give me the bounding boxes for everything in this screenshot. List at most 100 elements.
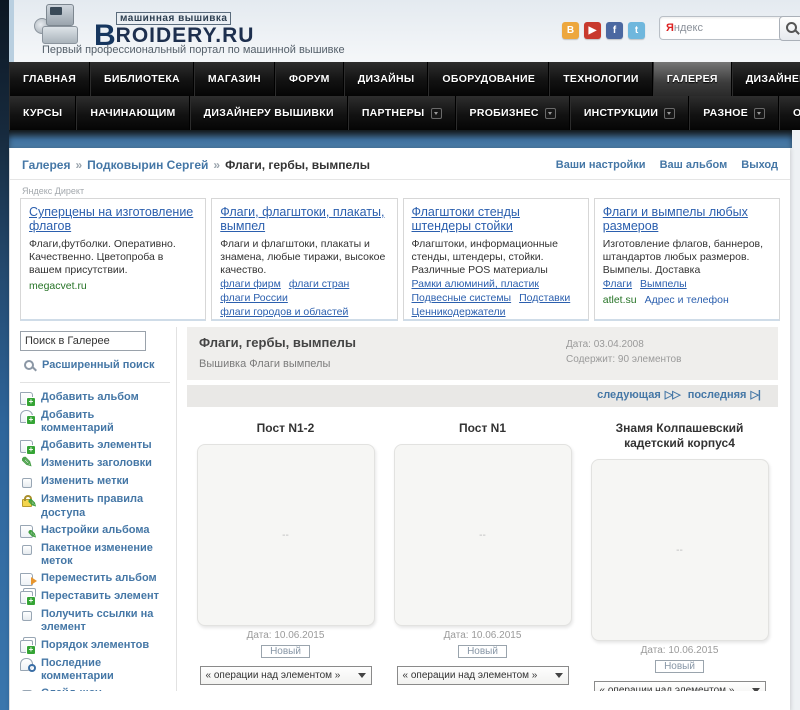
your-album-link[interactable]: Ваш альбом [660, 159, 728, 171]
nav-item-gallery-active[interactable]: ГАЛЕРЕЯ [652, 62, 732, 96]
sidebar-action-item-order[interactable]: Порядок элементов [20, 639, 170, 655]
nav-item-library[interactable]: БИБЛИОТЕКА [90, 62, 194, 96]
sidebar-action-slideshow[interactable]: Слайд-шоу [20, 687, 170, 691]
sidebar-action-album-settings[interactable]: Настройки альбома [20, 524, 170, 542]
ad-title-link[interactable]: Суперцены на изготовление флагов [29, 205, 197, 234]
content-panel: Галерея» Подковырин Сергей» Флаги, гербы, … [10, 148, 790, 710]
ad-title-link[interactable]: Флаги и вымпелы любых размеров [603, 205, 771, 234]
nav-item-shop[interactable]: МАГАЗИН [193, 62, 275, 96]
ad-contact-link[interactable]: Адрес и телефон [645, 294, 729, 306]
next-page-icon[interactable]: ▷▷ [665, 389, 681, 401]
logout-link[interactable]: Выход [741, 159, 778, 171]
item-operations-select[interactable]: « операции над элементом » [396, 666, 569, 685]
blogger-icon[interactable]: B [562, 22, 579, 39]
edit-access-icon [20, 493, 37, 511]
sidebar-action-edit-tags[interactable]: Изменить метки [20, 475, 170, 489]
ad-domain[interactable]: atlet.su [603, 294, 637, 306]
breadcrumb-gallery-link[interactable]: Галерея [22, 158, 70, 172]
ad-title-link[interactable]: Флаги, флагштоки, плакаты, вымпел [220, 205, 388, 234]
breadcrumb-bar: Галерея» Подковырин Сергей» Флаги, гербы, … [10, 150, 790, 180]
your-settings-link[interactable]: Ваши настройки [556, 159, 646, 171]
sidebar-action-add-comment[interactable]: Добавить комментарий [20, 409, 170, 435]
item-thumbnail[interactable] [196, 444, 375, 626]
ad-title-link[interactable]: Флагштоки стенды штендеры стойки [412, 205, 580, 234]
pagination-bar: следующая ▷▷ последняя ▷| [187, 385, 778, 407]
ad-body: Флаги,футболки. Оперативно. Качественно.… [29, 237, 176, 276]
nav-item-equipment[interactable]: ОБОРУДОВАНИЕ [428, 62, 550, 96]
ad-sublink[interactable]: Подставки [519, 292, 570, 304]
logo[interactable]: машинная вышивка BROIDERY.RU [28, 2, 254, 51]
gallery-item: Пост N1-2 Дата: 10.06.2015 Новый « опера… [187, 421, 384, 691]
item-date: Дата: 10.06.2015 [443, 630, 522, 641]
sidebar-action-edit-titles[interactable]: Изменить заголовки [20, 454, 170, 471]
album-date: Дата: 03.04.2008 [566, 339, 644, 350]
item-title[interactable]: Пост N1-2 [206, 421, 366, 436]
gallery-sidebar: Расширенный поиск Добавить альбом Добави… [10, 327, 177, 691]
nav-item-embroidery-designer[interactable]: ДИЗАЙНЕРУ ВЫШИВКИ [189, 96, 348, 130]
dropdown-indicator-icon [754, 107, 766, 119]
advanced-search-link[interactable]: Расширенный поиск [22, 358, 170, 372]
youtube-icon[interactable]: ▶ [584, 22, 601, 39]
sidebar-action-get-item-links[interactable]: Получить ссылки на элемент [20, 608, 170, 634]
ad-sublink[interactable]: Рамки алюминий, пластик [412, 278, 539, 290]
ad-sublink[interactable]: Флаги [603, 278, 632, 290]
item-title[interactable]: Знамя Колпашевский кадетский корпус4 [600, 421, 760, 451]
nav-item-misc[interactable]: РАЗНОЕ [689, 96, 780, 130]
nav-item-instructions[interactable]: ИНСТРУКЦИИ [569, 96, 690, 130]
album-header: Флаги, гербы, вымпелы Вышивка Флаги вымп… [187, 327, 778, 380]
breadcrumb-author-link[interactable]: Подковырин Сергей [87, 158, 208, 172]
twitter-icon[interactable]: t [628, 22, 645, 39]
album-count: Содержит: 90 элементов [566, 354, 682, 365]
item-date: Дата: 10.06.2015 [640, 645, 719, 656]
item-operations-select[interactable]: « операции над элементом » [593, 681, 766, 691]
nav-item-home[interactable]: ГЛАВНАЯ [9, 62, 91, 96]
sewing-machine-logo-icon [28, 2, 90, 48]
ad-block-3: Флагштоки стенды штендеры стойки Флагшто… [402, 198, 589, 321]
ad-sublink[interactable]: флаги фирм [220, 278, 281, 290]
sidebar-action-rearrange-item[interactable]: Переставить элемент [20, 590, 170, 607]
ad-sublink[interactable]: флаги городов и областей [220, 306, 348, 318]
blue-divider-band [9, 130, 792, 148]
nav-item-technologies[interactable]: ТЕХНОЛОГИИ [549, 62, 653, 96]
sidebar-action-recent-comments[interactable]: Последние комментарии [20, 657, 170, 683]
ad-sublink[interactable]: флаги России [220, 292, 288, 304]
nav-item-courses[interactable]: КУРСЫ [9, 96, 77, 130]
yandex-search-input[interactable]: Яндекс [659, 16, 785, 40]
chevron-down-icon [357, 673, 366, 678]
nav-item-designers[interactable]: ДИЗАЙНЕРЫ [731, 62, 800, 96]
sidebar-action-edit-access-rules[interactable]: Изменить правила доступа [20, 493, 170, 519]
album-content: Флаги, гербы, вымпелы Вышивка Флаги вымп… [177, 327, 790, 691]
nav-item-partners[interactable]: ПАРТНЕРЫ [347, 96, 456, 130]
sidebar-action-add-items[interactable]: Добавить элементы [20, 439, 170, 456]
nav-item-forum[interactable]: ФОРУМ [274, 62, 344, 96]
ad-block-4: Флаги и вымпелы любых размеров Изготовле… [593, 198, 780, 321]
gallery-search-input[interactable] [20, 331, 146, 351]
nav-item-probusiness[interactable]: PROБИЗНЕС [455, 96, 570, 130]
edit-titles-icon [20, 454, 36, 471]
rearrange-item-icon [20, 590, 36, 607]
item-thumbnail[interactable] [393, 444, 572, 626]
sidebar-action-move-album[interactable]: Переместить альбом [20, 572, 170, 587]
facebook-icon[interactable]: f [606, 22, 623, 39]
sidebar-action-add-album[interactable]: Добавить альбом [20, 391, 170, 407]
pagination-next-link[interactable]: следующая [597, 389, 661, 401]
album-subtitle: Вышивка Флаги вымпелы [199, 358, 331, 370]
search-button[interactable] [779, 16, 800, 41]
new-badge: Новый [261, 645, 310, 658]
ad-sublink[interactable]: Ценникодержатели [412, 306, 506, 318]
ad-sublink[interactable]: Подвесные системы [412, 292, 512, 304]
yandex-direct-label: Яндекс Директ [22, 186, 85, 196]
edit-tags-icon [20, 475, 36, 489]
ad-sublink[interactable]: флаги стран [289, 278, 350, 290]
ad-sublink[interactable]: Вымпелы [640, 278, 687, 290]
sidebar-action-batch-tag-edit[interactable]: Пакетное изменение меток [20, 542, 170, 568]
item-thumbnail[interactable] [590, 459, 769, 641]
last-page-icon[interactable]: ▷| [750, 389, 761, 401]
ad-domain[interactable]: megacvet.ru [29, 280, 87, 292]
pagination-last-link[interactable]: последняя [688, 389, 747, 401]
nav-item-beginners[interactable]: НАЧИНАЮЩИМ [76, 96, 190, 130]
nav-item-designs[interactable]: ДИЗАЙНЫ [343, 62, 429, 96]
item-operations-select[interactable]: « операции над элементом » [199, 666, 372, 685]
nav-item-about[interactable]: О НАС [779, 96, 800, 130]
item-title[interactable]: Пост N1 [403, 421, 563, 436]
